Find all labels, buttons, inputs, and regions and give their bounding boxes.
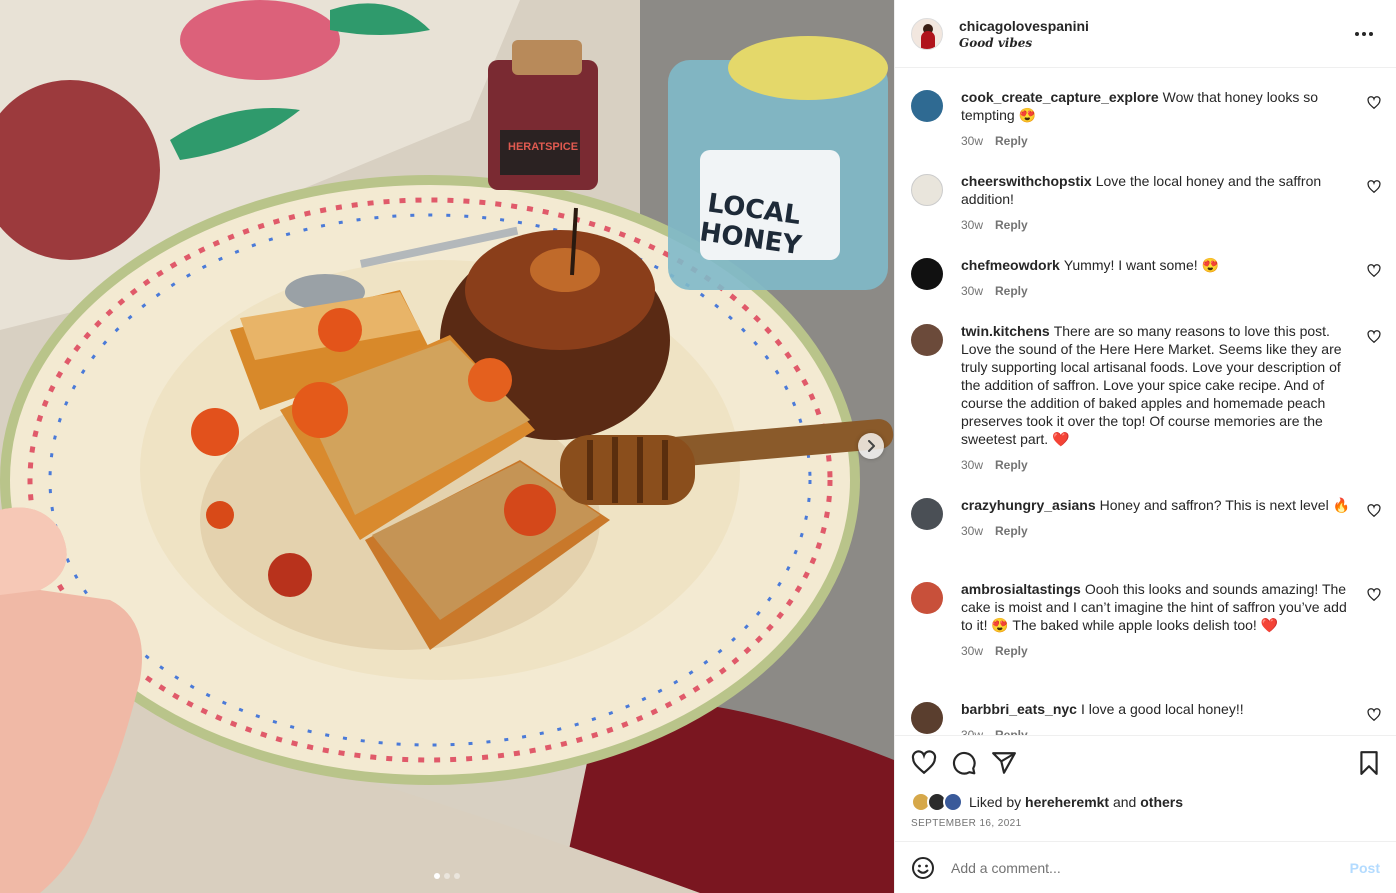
author-avatar[interactable] [911,17,943,50]
reply-button[interactable]: Reply [995,282,1028,300]
post-actions: Liked by hereheremkt and others SEPTEMBE… [895,735,1396,841]
reply-button[interactable]: Reply [995,642,1028,660]
post-date[interactable]: SEPTEMBER 16, 2021 [911,818,1022,829]
comment-item: cook_create_capture_explore Wow that hone… [911,88,1381,150]
comment-item: crazyhungry_asians Honey and saffron? Thi… [911,496,1381,540]
author-username[interactable]: chicagolovespanini [959,18,1089,34]
comment-time[interactable]: 30w [961,456,983,474]
commenter-avatar[interactable] [911,258,943,290]
post-side-panel: chicagolovespanini Good vibes cook_creat… [894,0,1396,893]
liker-avatars[interactable] [911,792,965,812]
comment-item: chefmeowdork Yummy! I want some! 😍 30w Rep… [911,256,1381,300]
like-comment-heart-icon[interactable] [1367,708,1381,722]
slide-dot [444,873,450,879]
commenter-avatar[interactable] [911,324,943,356]
reply-button[interactable]: Reply [995,456,1028,474]
reply-button[interactable]: Reply [995,522,1028,540]
more-horizontal-icon [1355,32,1359,36]
slide-indicator [0,873,894,879]
next-slide-button[interactable] [858,433,884,459]
comment-time[interactable]: 30w [961,282,983,300]
commenter-avatar[interactable] [911,498,943,530]
comment-item: cheerswithchopstix Love the local honey a… [911,172,1381,234]
post-header: chicagolovespanini Good vibes [895,0,1396,68]
comment-item: twin.kitchens There are so many reasons t… [911,322,1381,474]
jar-spice-label: HERATSPICE [508,141,578,153]
liked-by-others[interactable]: others [1140,794,1183,810]
liked-by-prefix: Liked by [969,794,1022,810]
like-comment-heart-icon[interactable] [1367,588,1381,602]
likes-summary: Liked by hereheremkt and others [911,792,1183,812]
commenter-avatar[interactable] [911,582,943,614]
comment-time[interactable]: 30w [961,522,983,540]
comment-username[interactable]: cheerswithchopstix [961,173,1092,189]
comment-username[interactable]: twin.kitchens [961,323,1050,339]
comment-text: Yummy! I want some! 😍 [1063,257,1219,273]
comment-text: There are so many reasons to love this p… [961,323,1342,447]
comment-username[interactable]: cook_create_capture_explore [961,89,1159,105]
like-comment-heart-icon[interactable] [1367,180,1381,194]
like-comment-heart-icon[interactable] [1367,264,1381,278]
comment-item: ambrosialtastings Oooh this looks and sou… [911,580,1381,660]
more-options-button[interactable] [1352,24,1376,44]
comment-username[interactable]: crazyhungry_asians [961,497,1096,513]
liked-by-conj: and [1112,794,1137,810]
comment-time[interactable]: 30w [961,726,983,735]
emoji-smiley-icon[interactable] [911,856,935,880]
post-media[interactable]: HERATSPICE LOCAL HONEY [0,0,894,893]
chevron-right-icon [868,440,875,452]
post-comment-button[interactable]: Post [1350,860,1380,876]
comments-list[interactable]: cook_create_capture_explore Wow that hone… [895,69,1396,735]
reply-button[interactable]: Reply [995,216,1028,234]
comment-time[interactable]: 30w [961,132,983,150]
post-photo: HERATSPICE LOCAL HONEY [0,0,894,893]
reply-button[interactable]: Reply [995,726,1028,735]
comment-time[interactable]: 30w [961,216,983,234]
add-comment-bar: Post [895,841,1396,893]
commenter-avatar[interactable] [911,90,943,122]
comment-item: barbbri_eats_nyc I love a good local hone… [911,700,1381,735]
like-comment-heart-icon[interactable] [1367,330,1381,344]
slide-dot [454,873,460,879]
slide-dot [434,873,440,879]
commenter-avatar[interactable] [911,174,943,206]
commenter-avatar[interactable] [911,702,943,734]
comment-input[interactable] [951,859,1342,876]
save-bookmark-icon[interactable] [1356,750,1382,776]
liked-by-user[interactable]: hereheremkt [1025,794,1109,810]
share-paper-plane-icon[interactable] [991,750,1017,776]
comment-username[interactable]: ambrosialtastings [961,581,1081,597]
like-comment-heart-icon[interactable] [1367,96,1381,110]
comment-text: I love a good local honey!! [1080,701,1244,717]
post-subtitle: Good vibes [959,35,1033,50]
comment-bubble-icon[interactable] [951,750,977,776]
reply-button[interactable]: Reply [995,132,1028,150]
comment-username[interactable]: chefmeowdork [961,257,1060,273]
like-heart-icon[interactable] [911,750,937,776]
like-comment-heart-icon[interactable] [1367,504,1381,518]
comment-time[interactable]: 30w [961,642,983,660]
comment-text: Honey and saffron? This is next level 🔥 [1099,497,1351,513]
comment-username[interactable]: barbbri_eats_nyc [961,701,1077,717]
